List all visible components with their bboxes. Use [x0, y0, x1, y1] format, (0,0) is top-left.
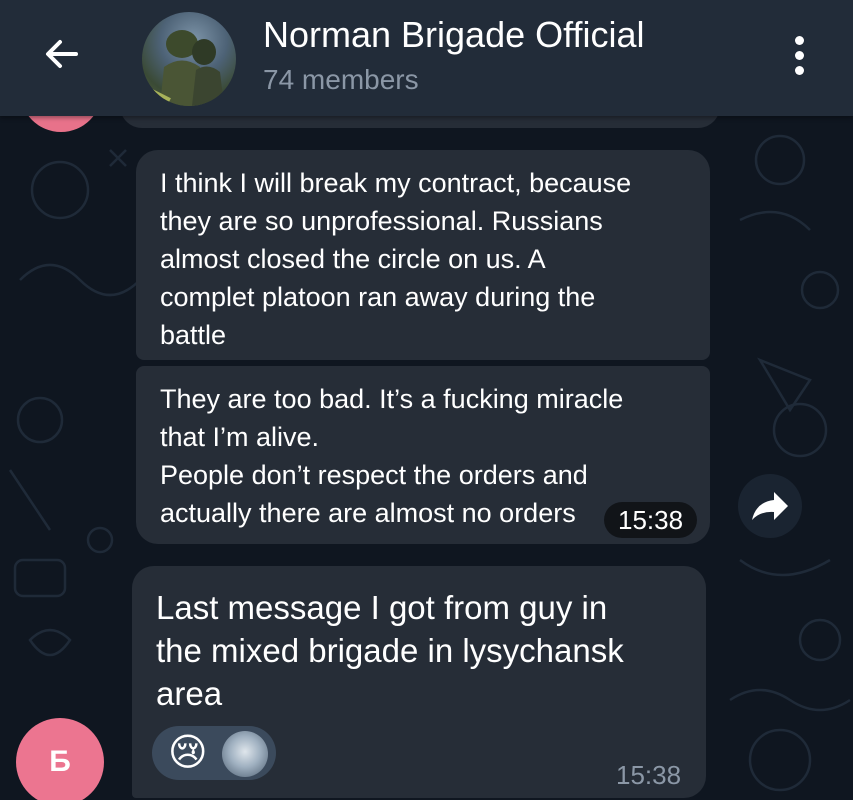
message-bubble[interactable]: I think I will break my contract, becaus… [136, 150, 710, 360]
member-count: 74 members [263, 64, 419, 95]
chat-title[interactable]: Norman Brigade Official [263, 14, 645, 56]
message-bubble[interactable]: Last message I got from guy in the mixed… [132, 566, 706, 798]
message-text: They are too bad. It’s a fucking miracle… [160, 384, 624, 528]
sender-avatar[interactable]: Б [16, 718, 104, 800]
back-button[interactable] [36, 32, 84, 80]
channel-avatar[interactable] [142, 12, 236, 106]
message-time: 15:38 [616, 760, 682, 790]
message-text: I think I will break my contract, becaus… [160, 168, 632, 350]
chat-header: Norman Brigade Official 74 members [0, 0, 853, 116]
message-text: Last message I got from guy in the mixed… [156, 589, 624, 712]
message-time: 15:38 [604, 502, 698, 538]
share-arrow-icon [752, 492, 788, 520]
arrow-left-icon [46, 40, 78, 68]
forward-button[interactable] [738, 474, 802, 538]
reactor-avatar[interactable] [222, 731, 268, 777]
more-menu-button[interactable] [786, 34, 814, 78]
avatar-photo [149, 30, 224, 106]
crying-face-emoji: 😢 [168, 732, 208, 774]
reaction-chip[interactable]: 😢 [152, 726, 276, 780]
